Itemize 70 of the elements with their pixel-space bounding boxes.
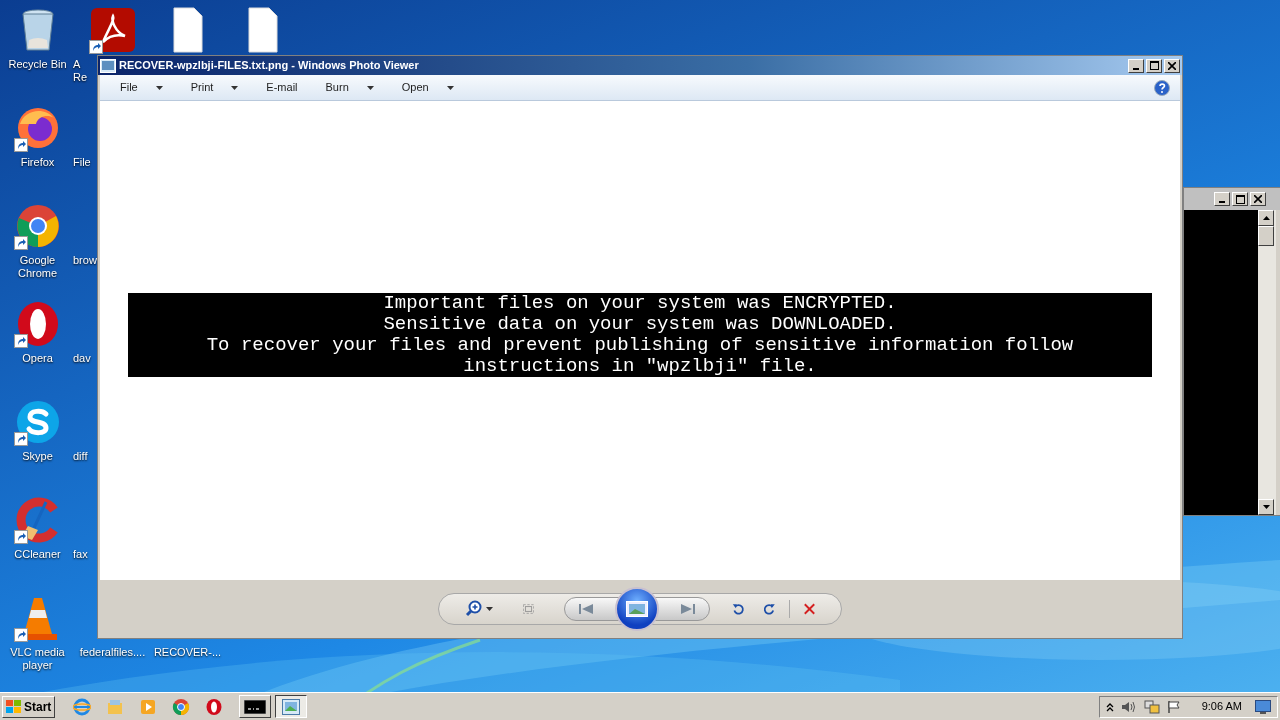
- menu-button[interactable]: Burn: [325, 79, 374, 96]
- minimize-button[interactable]: [1128, 58, 1144, 73]
- desktop-icon-label[interactable]: Skype: [22, 450, 53, 463]
- network-icon[interactable]: [1143, 699, 1160, 714]
- scroll-down-icon[interactable]: [1262, 505, 1270, 509]
- desktop-icon-label[interactable]: Google Chrome: [17, 254, 58, 280]
- chrome-icon[interactable]: [172, 697, 191, 716]
- image-text-line: Important files on your system was ENCRYPTED.: [383, 292, 897, 314]
- desktop-icon-label[interactable]: VLC media player: [10, 646, 65, 672]
- caret-icon: [155, 85, 163, 90]
- zoom-button[interactable]: [465, 600, 493, 618]
- next-icon[interactable]: [681, 604, 695, 614]
- desktop-icon-label[interactable]: CCleaner: [14, 548, 61, 561]
- opera-icon[interactable]: [205, 697, 224, 716]
- maximize-icon: [1149, 61, 1159, 70]
- menu-button[interactable]: Print: [190, 79, 239, 96]
- show-desktop-icon[interactable]: [1255, 699, 1271, 714]
- image-text-line: To recover your files and prevent publishing of sensitive information follow: [206, 334, 1074, 356]
- desktop-icon-label[interactable]: brow: [73, 254, 97, 267]
- desktop-icon-label[interactable]: dav: [73, 352, 91, 365]
- rotate-right-icon[interactable]: [762, 601, 776, 617]
- caret-icon: [231, 85, 239, 90]
- menu-button[interactable]: E-mail: [266, 79, 298, 96]
- caret-icon: [366, 85, 374, 90]
- image-text-line: Sensitive data on your system was DOWNLOADED.: [383, 313, 897, 335]
- delete-icon[interactable]: [804, 602, 815, 616]
- image-text-line: instructions in "wpzlbji" file.: [463, 355, 817, 377]
- close-button[interactable]: [1164, 58, 1180, 73]
- window-title: RECOVER-wpzlbji-FILES.txt.png - Windows Photo Viewer: [119, 58, 420, 74]
- minimize-button[interactable]: [1214, 192, 1230, 206]
- zoom-in-icon: [465, 600, 483, 618]
- photo-viewer-icon: [100, 58, 116, 73]
- speaker-icon[interactable]: [1120, 699, 1137, 714]
- scroll-up-icon[interactable]: [1262, 216, 1270, 220]
- scrollbar[interactable]: [1258, 210, 1276, 515]
- maximize-button[interactable]: [1232, 192, 1248, 206]
- desktop-icon-label[interactable]: federalfiles....: [79, 646, 146, 659]
- taskbar-button[interactable]: [275, 695, 308, 718]
- chevron-up-icon[interactable]: [1105, 701, 1114, 712]
- close-icon: [1254, 195, 1262, 203]
- clock[interactable]: 9:06 AM: [1201, 698, 1242, 715]
- scrollbar-thumb[interactable]: [1258, 226, 1274, 246]
- desktop-icon-label[interactable]: RECOVER-...: [153, 646, 222, 659]
- desktop-icon-label[interactable]: Recycle Bin: [8, 58, 67, 71]
- slideshow-button[interactable]: [615, 587, 659, 631]
- rotate-left-icon[interactable]: [732, 601, 745, 617]
- start-button[interactable]: Start: [2, 695, 56, 718]
- photo-viewer-icon: [282, 698, 301, 715]
- minimize-icon: [1133, 67, 1139, 70]
- desktop-icon-label[interactable]: Firefox: [20, 156, 55, 169]
- desktop-icon-label[interactable]: File: [73, 156, 91, 169]
- desktop-icon-label[interactable]: fax: [73, 548, 88, 561]
- caret-icon: [446, 85, 454, 90]
- maximize-icon: [1235, 194, 1245, 204]
- desktop-icon-label[interactable]: Opera: [22, 352, 53, 365]
- menu-button[interactable]: Open: [401, 79, 454, 96]
- desktop-icon-label[interactable]: A Re: [73, 58, 88, 84]
- maximize-button[interactable]: [1146, 58, 1162, 73]
- minimize-icon: [1219, 201, 1225, 203]
- close-icon: [1168, 61, 1176, 70]
- help-icon[interactable]: [1154, 79, 1170, 96]
- desktop-icon-label[interactable]: diff: [73, 450, 88, 463]
- menu-button[interactable]: File: [120, 79, 163, 96]
- close-button[interactable]: [1250, 192, 1266, 206]
- caret-icon: [486, 607, 493, 611]
- flag-icon[interactable]: [1166, 699, 1181, 714]
- console-icon: [244, 699, 267, 714]
- picture-icon: [626, 601, 648, 617]
- windows-logo-icon: [6, 699, 22, 714]
- previous-icon[interactable]: [579, 604, 593, 614]
